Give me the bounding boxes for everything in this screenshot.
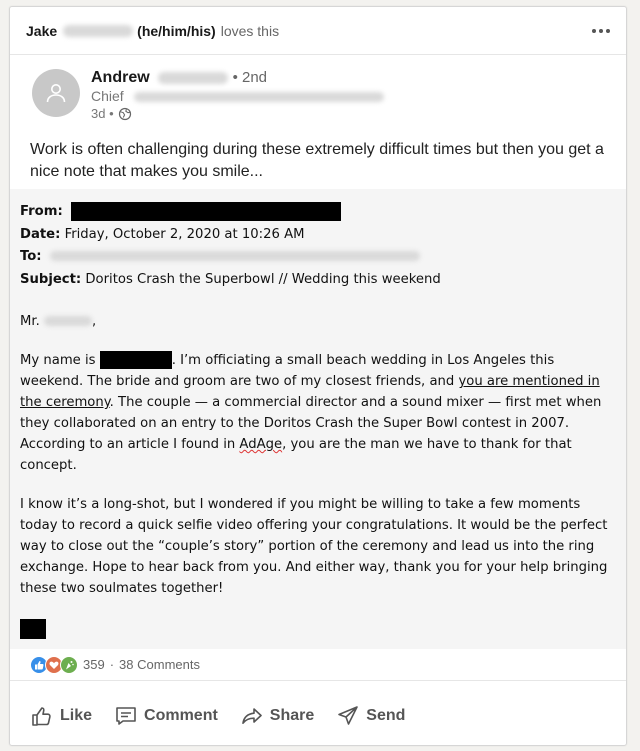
redacted-name — [99, 351, 172, 369]
more-options-icon[interactable] — [592, 28, 610, 33]
activity-action: loves this — [220, 22, 280, 39]
p1-start: My name is — [20, 353, 96, 368]
author-title: Chief — [91, 88, 124, 104]
connection-degree: • 2nd — [232, 69, 268, 86]
p1-adage: AdAge — [239, 437, 283, 452]
date-value: Friday, October 2, 2020 at 10:26 AM — [64, 226, 305, 242]
from-label: From: — [20, 204, 63, 219]
share-label: Share — [269, 707, 315, 724]
activity-header: Jake (he/him/his) loves this — [10, 7, 626, 55]
share-button[interactable]: Share — [238, 698, 316, 734]
email-to-row: To: — [20, 246, 616, 269]
blurred-recipient — [49, 251, 420, 261]
comment-icon — [116, 707, 136, 725]
blurred-author-surname — [158, 71, 229, 84]
celebrate-icon — [60, 655, 78, 674]
salutation-text: Mr. — [20, 314, 40, 329]
email-screenshot-image: From: Date: Friday, October 2, 2020 at 1… — [10, 189, 626, 649]
post-actions: Like Comment Share Send — [10, 693, 626, 739]
like-button[interactable]: Like — [28, 698, 94, 734]
send-label: Send — [366, 707, 406, 724]
email-paragraph-2: I know it’s a long-shot, but I wondered … — [20, 497, 608, 596]
to-label: To: — [20, 249, 42, 264]
share-arrow-icon — [241, 708, 262, 724]
globe-icon — [118, 107, 131, 121]
thumbs-up-icon — [32, 707, 51, 726]
reaction-icons[interactable] — [30, 655, 78, 674]
comment-label: Comment — [144, 707, 218, 724]
default-person-icon — [46, 84, 66, 103]
blurred-name — [43, 316, 92, 326]
subject-label: Subject: — [20, 271, 82, 287]
blurred-surname — [63, 24, 134, 37]
email-date-row: Date: Friday, October 2, 2020 at 10:26 A… — [20, 224, 616, 247]
post-text: Work is often challenging during these e… — [30, 141, 604, 180]
author-name[interactable]: Andrew — [91, 69, 150, 86]
salutation-comma: , — [91, 314, 97, 329]
author-info: Andrew • 2nd Chief 3d • — [91, 69, 384, 127]
comment-count[interactable]: 38 Comments — [119, 657, 200, 672]
email-paragraph-1: My name is . I’m officiating a small bea… — [20, 350, 616, 476]
subject-value: Doritos Crash the Superbowl // Wedding t… — [85, 271, 441, 287]
send-icon — [338, 706, 359, 725]
actor-pronouns: (he/him/his) — [137, 22, 216, 39]
avatar[interactable] — [32, 69, 80, 117]
post-author: Andrew • 2nd Chief 3d • — [10, 55, 626, 127]
comment-button[interactable]: Comment — [112, 698, 220, 734]
email-from-row: From: — [20, 201, 616, 224]
feed-post-card: Jake (he/him/his) loves this Andrew • 2n… — [9, 6, 627, 746]
send-button[interactable]: Send — [334, 698, 407, 734]
date-label: Date: — [20, 226, 61, 242]
redacted-signature — [20, 619, 46, 639]
like-label: Like — [60, 707, 93, 724]
redacted-sender — [70, 201, 341, 221]
post-time: 3d • — [91, 106, 114, 121]
actor-name[interactable]: Jake — [26, 23, 57, 39]
social-counts: 359 · 38 Comments — [10, 649, 626, 681]
stats-separator: · — [109, 657, 115, 672]
reaction-count[interactable]: 359 — [83, 657, 105, 672]
email-salutation: Mr. , — [20, 311, 616, 332]
blurred-author-title — [133, 92, 384, 103]
email-subject-row: Subject: Doritos Crash the Superbowl // … — [20, 269, 616, 292]
